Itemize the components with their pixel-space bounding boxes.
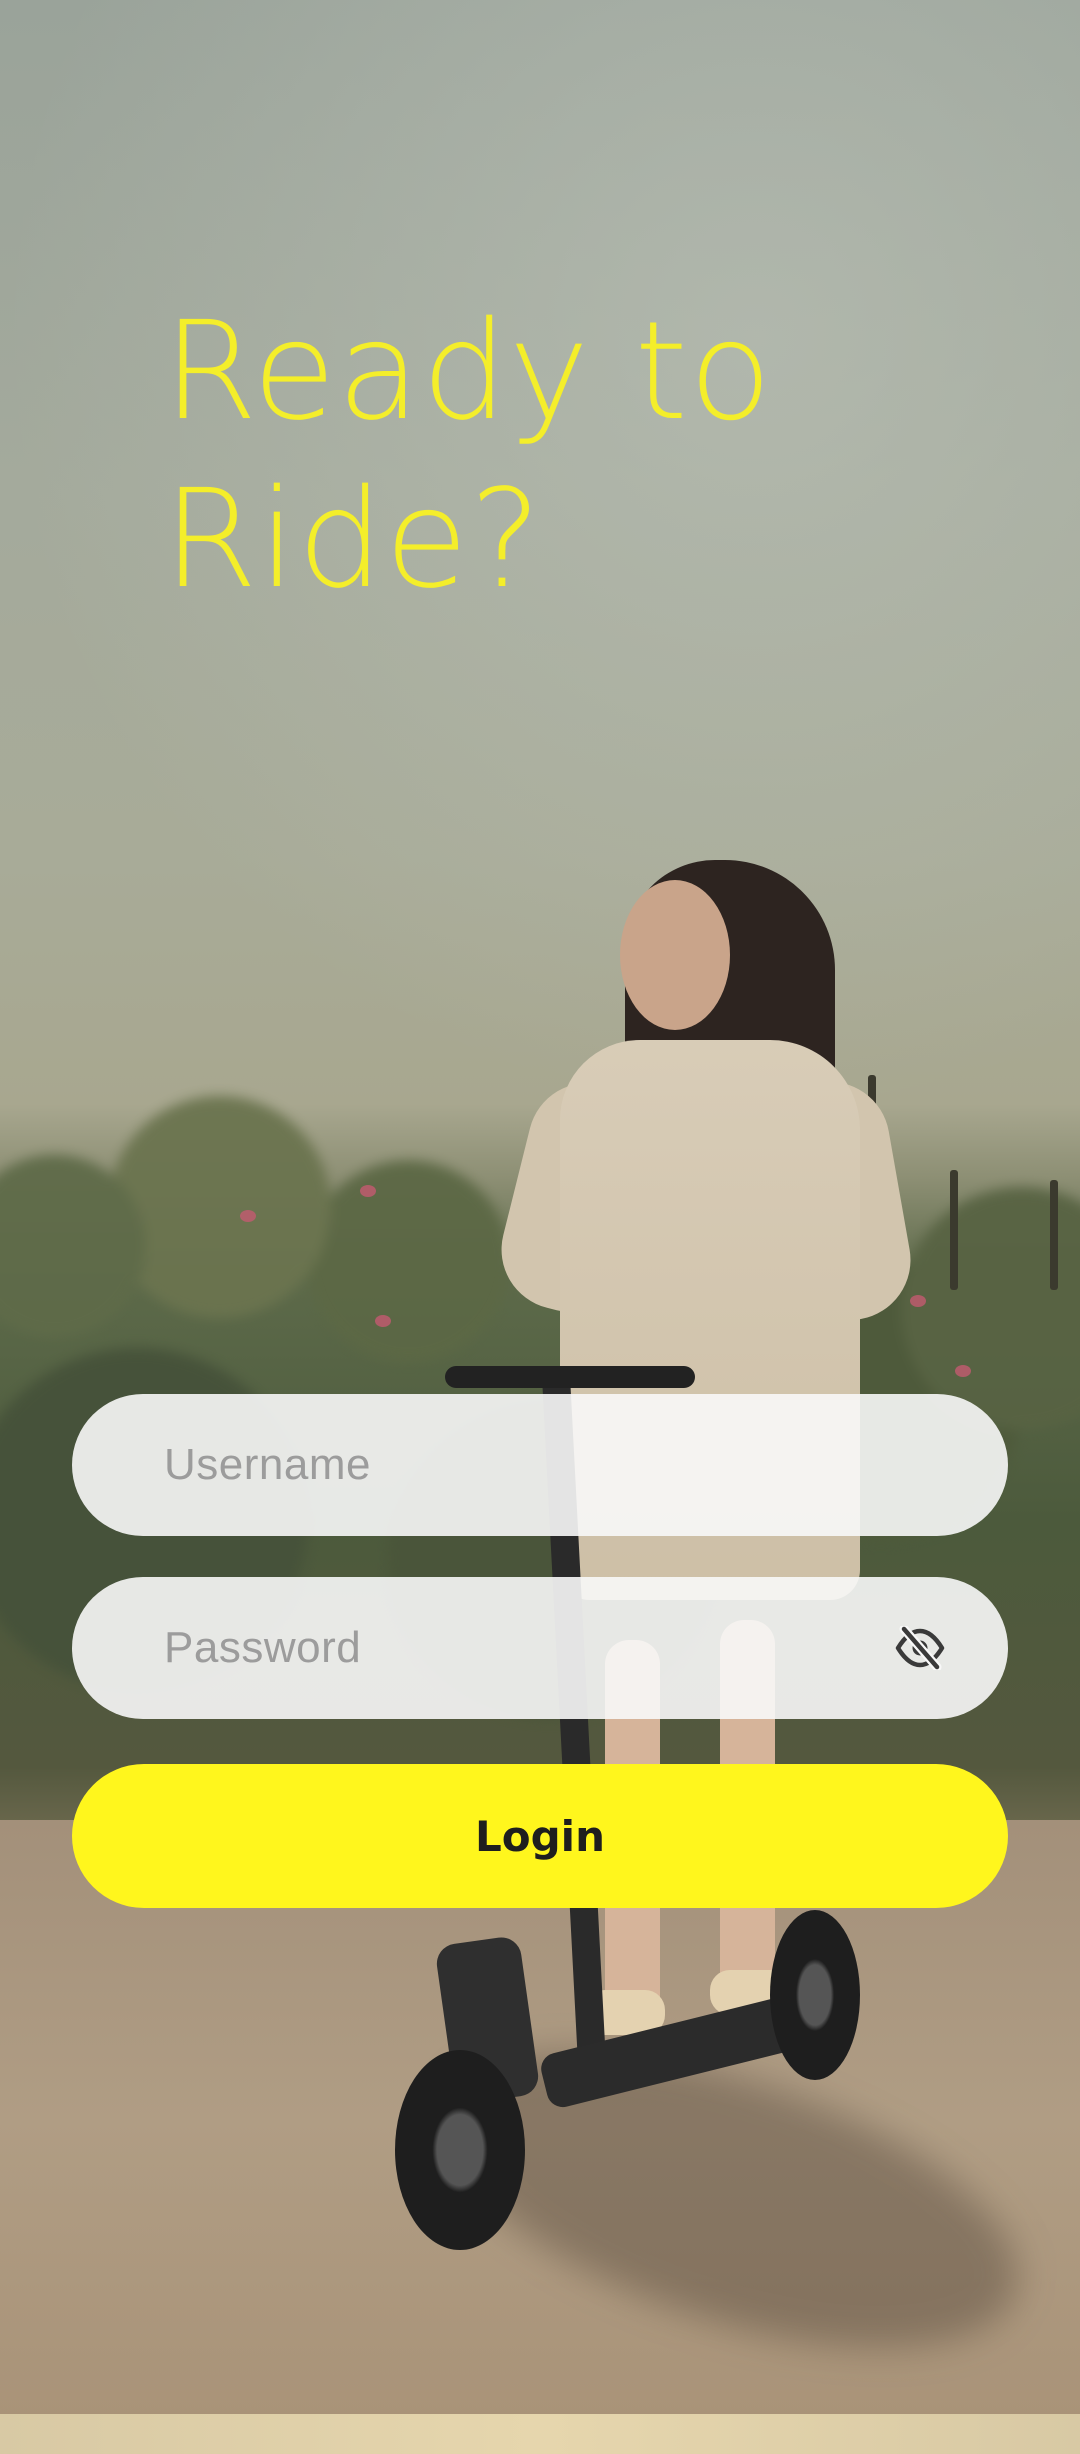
login-button[interactable]: Login xyxy=(72,1764,1008,1908)
flower-decoration xyxy=(955,1365,971,1377)
flower-decoration xyxy=(360,1185,376,1197)
flower-decoration xyxy=(910,1295,926,1307)
eye-off-icon[interactable] xyxy=(892,1620,948,1676)
scooter-handlebar xyxy=(445,1366,695,1388)
username-field[interactable] xyxy=(72,1394,1008,1536)
page-title: Ready to Ride? xyxy=(163,288,863,624)
title-line-1: Ready to xyxy=(163,293,773,451)
palm-tree-decoration xyxy=(1050,1180,1058,1290)
password-input[interactable] xyxy=(162,1622,892,1674)
scooter-rear-wheel xyxy=(770,1910,860,2080)
road-band xyxy=(0,2414,1080,2454)
title-line-2: Ride? xyxy=(163,461,543,619)
rider-face xyxy=(620,880,730,1030)
flower-decoration xyxy=(375,1315,391,1327)
palm-tree-decoration xyxy=(950,1170,958,1290)
password-field[interactable] xyxy=(72,1577,1008,1719)
login-screen: Ready to Ride? Login xyxy=(0,0,1080,2454)
username-input[interactable] xyxy=(162,1439,948,1491)
flower-decoration xyxy=(240,1210,256,1222)
scooter-front-wheel xyxy=(395,2050,525,2250)
